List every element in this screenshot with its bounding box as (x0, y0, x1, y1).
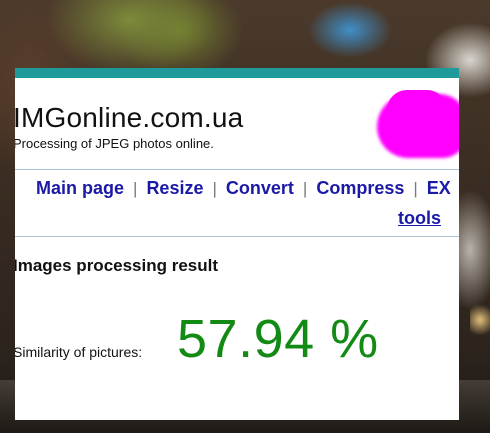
result-heading: Images processing result (15, 256, 219, 275)
background-light (470, 300, 490, 340)
divider-top (15, 169, 459, 170)
nav-link-exif-tools[interactable]: EX (427, 178, 451, 198)
nav-link-tools-continuation[interactable]: tools (398, 208, 441, 229)
site-logo[interactable]: IMGonline.com.ua (15, 102, 243, 134)
nav-separator: | (212, 179, 217, 198)
divider-bottom (15, 236, 459, 237)
nav-separator: | (133, 179, 138, 198)
site-tagline: Processing of JPEG photos online. (15, 136, 214, 151)
web-page: IMGonline.com.ua Processing of JPEG phot… (15, 68, 459, 420)
nav-separator: | (413, 179, 418, 198)
main-navigation: Main page | Resize | Convert | Compress | EX (36, 178, 459, 199)
top-accent-bar (15, 68, 459, 78)
nav-separator: | (302, 179, 308, 198)
nav-link-convert[interactable]: Convert (226, 178, 294, 198)
nav-link-resize[interactable]: Resize (146, 178, 203, 198)
similarity-label: Similarity of pictures: (15, 344, 143, 360)
nav-link-compress[interactable]: Compress (316, 178, 404, 198)
ad-placeholder (377, 94, 459, 158)
nav-link-main-page[interactable]: Main page (36, 178, 124, 198)
similarity-value: 57.94 % (177, 309, 379, 369)
